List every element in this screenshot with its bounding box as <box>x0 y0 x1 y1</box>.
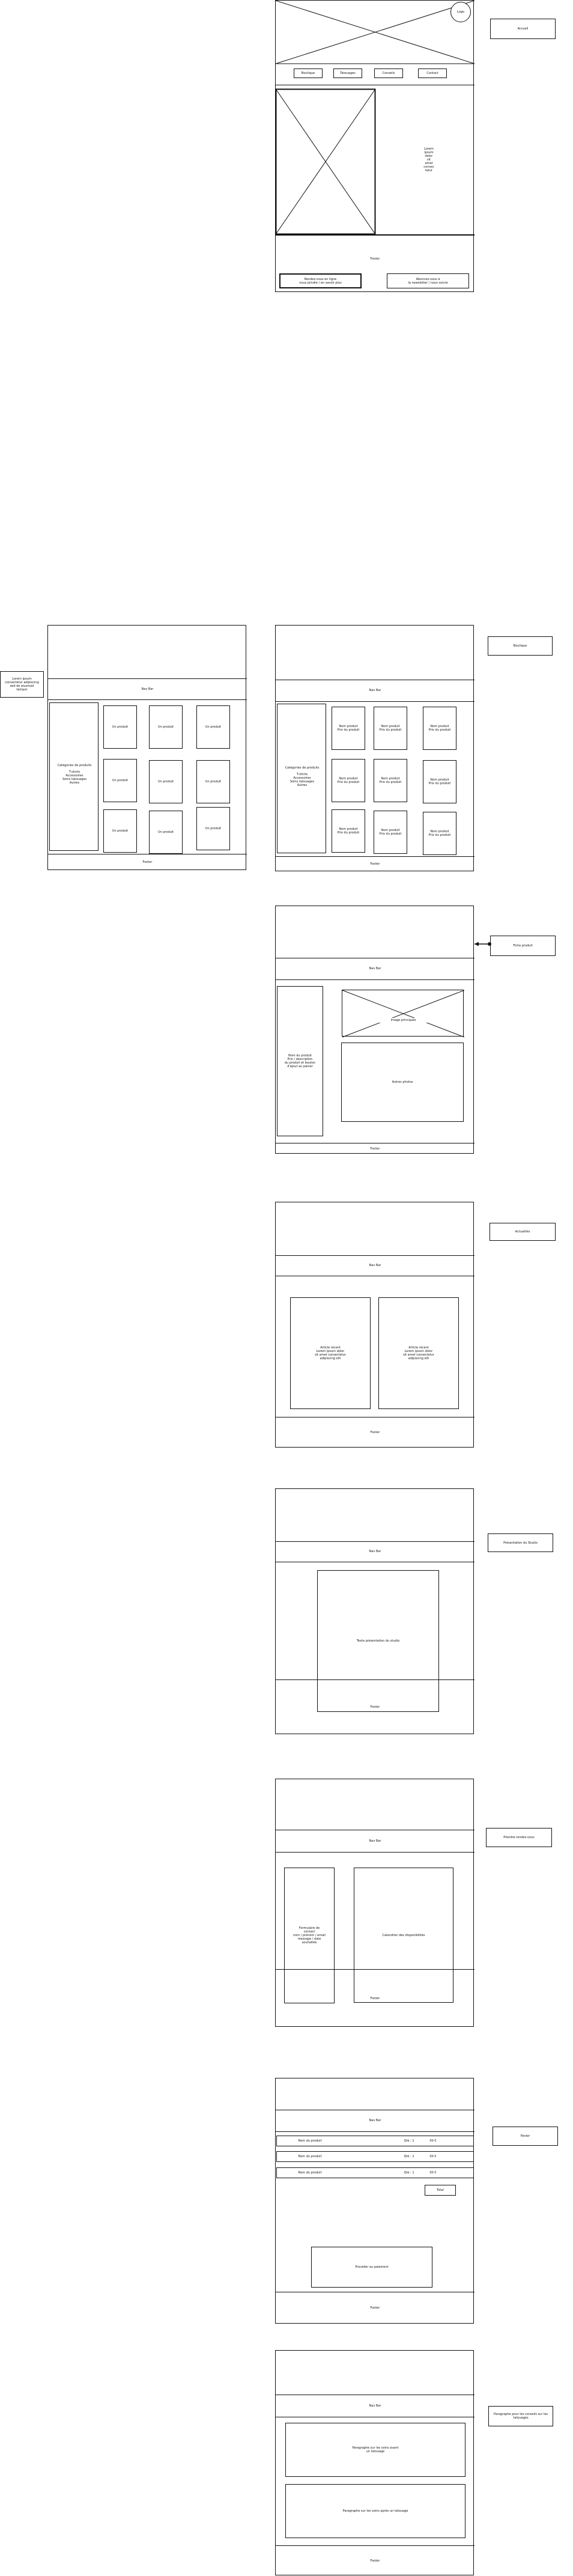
product-card[interactable]: Un produit <box>103 809 137 853</box>
note-actus: Actualités <box>490 1223 556 1241</box>
navbar-label: Nav Bar <box>369 967 381 970</box>
image-placeholder <box>342 990 465 1038</box>
wireframe-product: Nav Bar Nom du produit Prix / descriptio… <box>275 906 474 1154</box>
cart-row[interactable]: Nom du produit Qté : 1 00 € <box>276 2136 474 2146</box>
product-thumbnails[interactable]: Autres photos <box>341 1043 464 1122</box>
navbar-label: Nav Bar <box>369 2119 381 2122</box>
news-article[interactable]: Article récent Lorem ipsum dolor sit ame… <box>290 1297 371 1409</box>
product-card[interactable]: Un produit <box>196 760 230 803</box>
tips-before: Paragraphe sur les soins avant un tatoua… <box>285 2423 465 2477</box>
logo-circle: Logo <box>450 2 471 22</box>
note-home: Accueil <box>490 19 556 39</box>
navbar-label: Nav Bar <box>369 1264 381 1267</box>
product-card[interactable]: Un produit <box>196 807 230 850</box>
product-card[interactable]: Nom produit Prix du produit <box>374 759 407 802</box>
footer-label: Footer <box>370 2306 380 2310</box>
wireframe-rdv: Nav Bar Formulaire de contact nom / prén… <box>275 1779 474 2027</box>
product-card[interactable]: Un produit <box>149 705 183 749</box>
cart-row[interactable]: Nom du produit Qté : 1 00 € <box>276 2151 474 2162</box>
wireframe-panier: Nav Bar Nom du produit Qté : 1 00 € Nom … <box>275 2078 474 2324</box>
cart-row-price: 00 € <box>429 2155 437 2158</box>
logo-label: Logo <box>457 10 464 14</box>
cart-row-qty[interactable]: Qté : 1 <box>397 2136 421 2146</box>
note-conseils: Paragraphe pour les conseils sur les tat… <box>488 2406 553 2426</box>
navbar-label: Nav Bar <box>369 689 381 692</box>
navbar-label: Nav Bar <box>141 687 154 691</box>
cart-row-qty[interactable]: Qté : 1 <box>397 2152 421 2161</box>
filter-list[interactable]: T-shirts Accessoires Soins tatouages Aut… <box>50 769 99 786</box>
wireframe-shop-a: Nav Bar Catégories de produits T-shirts … <box>47 625 247 870</box>
shop-filter-panel: Catégories de produits T-shirts Accessoi… <box>277 704 326 853</box>
main-image-label: Image principale <box>378 1018 428 1023</box>
checkout-button[interactable]: Procéder au paiement <box>311 2247 432 2288</box>
footer-label: Footer <box>370 862 380 866</box>
product-card[interactable]: Nom produit Prix du produit <box>374 811 407 854</box>
wireframe-presentation: Nav Bar Texte présentation du studio Foo… <box>275 1488 474 1734</box>
cart-row-price: 00 € <box>429 2171 437 2175</box>
filter-title: Catégories de produits <box>285 766 320 770</box>
header-image-placeholder <box>275 0 475 64</box>
note-boutique: Boutique <box>488 636 553 656</box>
filter-list[interactable]: T-shirts Accessoires Soins tatouages Aut… <box>277 772 327 788</box>
note-produit: Fiche produit <box>490 936 556 956</box>
product-description[interactable]: Nom du produit Prix / description du pro… <box>277 986 323 1136</box>
wireframe-actus: Nav Bar Article récent Lorem ipsum dolor… <box>275 1202 474 1448</box>
divider <box>276 234 474 236</box>
home-box-rdv[interactable]: Rendez-vous en ligne nous joindre / en s… <box>279 273 362 288</box>
cart-row-label: Nom du produit <box>298 2171 322 2175</box>
product-card[interactable]: Un produit <box>149 811 183 854</box>
footer-label: Footer <box>370 1996 380 2000</box>
product-card[interactable]: Nom produit Prix du produit <box>374 707 407 750</box>
nav-contact[interactable]: Contact <box>418 69 447 78</box>
product-card[interactable]: Un produit <box>103 759 137 802</box>
cart-row-label: Nom du produit <box>298 2155 322 2158</box>
footer-label: Footer <box>370 2559 380 2563</box>
product-card[interactable]: Un produit <box>103 705 137 749</box>
note-presentation: Présentation du Studio <box>488 1533 553 1552</box>
product-card[interactable]: Nom produit Prix du produit <box>423 707 456 750</box>
footer-label: Footer <box>142 860 153 864</box>
note-arrow-icon <box>474 942 491 946</box>
cart-row-price: 00 € <box>429 2139 437 2143</box>
navbar-label: Nav Bar <box>369 2404 381 2408</box>
nav-conseils[interactable]: Conseils <box>374 69 403 78</box>
product-card[interactable]: Nom produit Prix du produit <box>332 759 365 802</box>
filter-title: Catégories de produits <box>57 764 92 767</box>
cart-row-label: Nom du produit <box>298 2139 322 2143</box>
shop-filter-panel: Catégories de produits T-shirts Accessoi… <box>49 702 99 851</box>
footer-label: Footer <box>370 1146 380 1151</box>
footer-label: Footer <box>370 1431 380 1434</box>
home-box-newsletter[interactable]: Abonnez-vous à la newsletter / nous suiv… <box>387 273 469 288</box>
product-main-image: Image principale <box>342 990 465 1038</box>
navbar-label: Nav Bar <box>369 1839 381 1843</box>
wireframe-home: Logo Boutique Tatouages Conseils Contact… <box>275 0 475 292</box>
product-card[interactable]: Un produit <box>149 760 183 803</box>
navbar-label: Nav Bar <box>369 1550 381 1553</box>
note-panier: Panier <box>493 2127 558 2146</box>
nav-tatouages[interactable]: Tatouages <box>333 69 362 78</box>
side-note: Lorem ipsum consectetur adipiscing sed d… <box>0 671 44 698</box>
footer-label: Footer <box>370 1705 380 1709</box>
wireframe-shop-b: Nav Bar Catégories de produits T-shirts … <box>275 625 474 871</box>
product-card[interactable]: Nom produit Prix du produit <box>332 707 365 750</box>
home-side-text: Lorem ipsum dolor sit amet consec tetur <box>423 147 434 172</box>
product-card[interactable]: Nom produit Prix du produit <box>423 812 456 855</box>
tips-after: Paragraphe sur les soins après un tatoua… <box>285 2484 465 2538</box>
product-card[interactable]: Nom produit Prix du produit <box>423 760 456 803</box>
cart-row-qty[interactable]: Qté : 1 <box>397 2168 421 2178</box>
footer-label: Footer <box>370 257 380 261</box>
product-card[interactable]: Nom produit Prix du produit <box>332 809 365 853</box>
note-rdv: Prendre rendez-vous <box>486 1828 552 1847</box>
news-article[interactable]: Article récent Lorem ipsum dolor sit ame… <box>378 1297 459 1409</box>
cart-total: Total <box>425 2185 456 2196</box>
nav-boutique[interactable]: Boutique <box>294 69 323 78</box>
cart-row[interactable]: Nom du produit Qté : 1 00 € <box>276 2167 474 2178</box>
wireframe-conseils: Nav Bar Paragraphe sur les soins avant u… <box>275 2350 474 2575</box>
product-card[interactable]: Un produit <box>196 705 230 749</box>
hero-image-placeholder <box>275 88 376 235</box>
